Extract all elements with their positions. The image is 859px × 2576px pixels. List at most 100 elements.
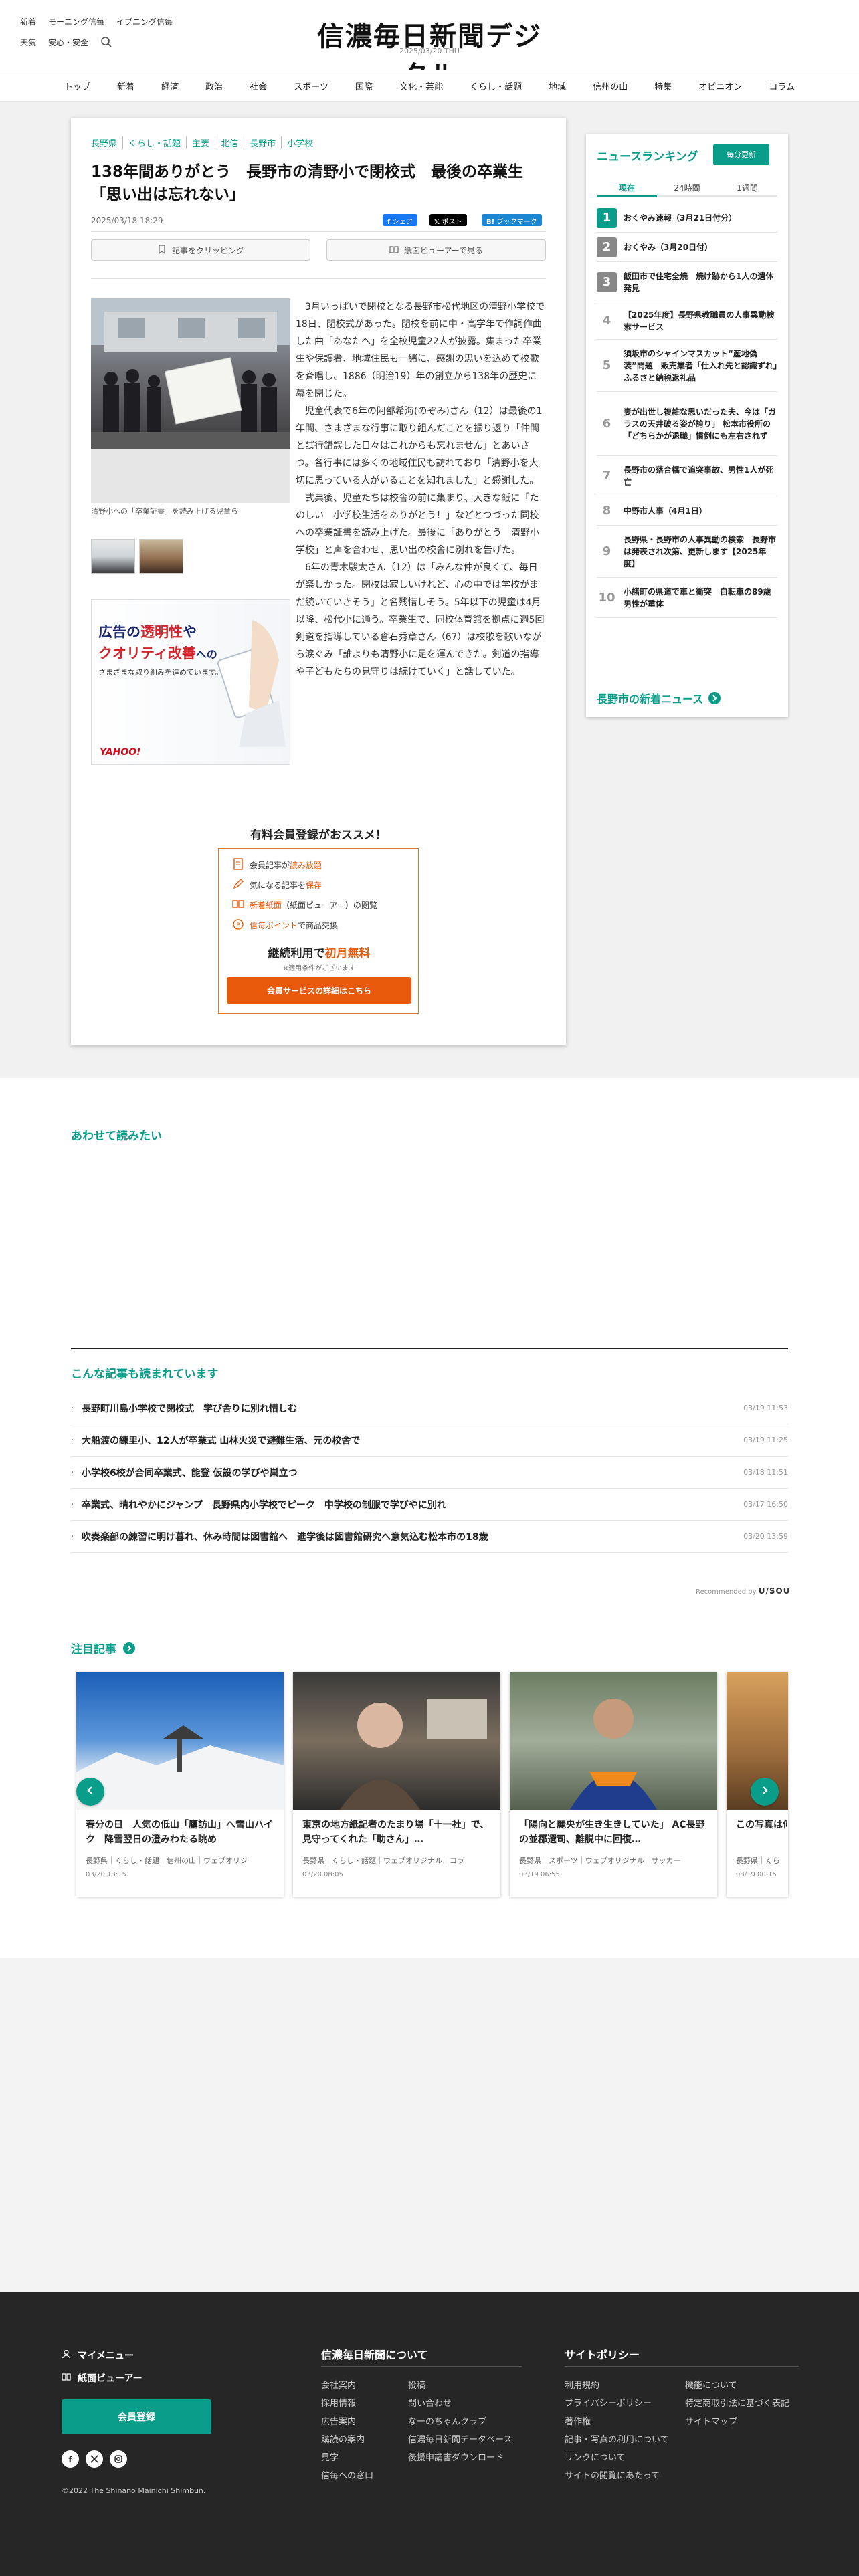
util-link-new[interactable]: 新着 (20, 16, 36, 27)
advertisement-banner[interactable]: 広告の透明性や クオリティ改善への さまざまな取り組みを進めています。 YAHO… (91, 599, 290, 765)
ranking-item[interactable]: 3 飯田市で住宅全焼 焼け跡から1人の遺体発見 (597, 262, 777, 302)
ranking-item[interactable]: 9 長野県・長野市の人事異動の検索 長野市は発表され次第、更新します【2025年度… (597, 526, 777, 578)
footer-link[interactable]: 信毎への窓口 (321, 2468, 373, 2481)
category-link[interactable]: 小学校 (281, 136, 318, 149)
ranking-item[interactable]: 1 おくやみ速報（3月21日付分） (597, 203, 777, 233)
yahoo-logo: YAHOO! (100, 747, 141, 758)
footer-link[interactable]: 特定商取引法に基づく表記 (685, 2396, 789, 2409)
ranking-item-title: 中野市人事（4月1日） (624, 506, 707, 516)
list-item[interactable]: › 大船渡の練里小、12人が卒業式 山林火災で避難生活、元の校舎で 03/19 11… (71, 1424, 788, 1457)
footer-link[interactable]: サイトの閲覧にあたって (565, 2468, 660, 2481)
ranking-tab-week[interactable]: 1週間 (717, 182, 777, 193)
benefit-text: （紙面ビューアー）の閲覧 (282, 901, 377, 910)
util-link-evening[interactable]: イブニング信毎 (116, 16, 173, 27)
nav-item-opinion[interactable]: オピニオン (698, 80, 742, 92)
footer-link[interactable]: 会社案内 (321, 2378, 356, 2391)
nav-item-features[interactable]: 特集 (654, 80, 672, 92)
category-link[interactable]: 長野県 (91, 136, 122, 149)
x-icon[interactable] (86, 2450, 103, 2468)
nav-item-politics[interactable]: 政治 (205, 80, 223, 92)
clip-article-button[interactable]: 記事をクリッピング (91, 239, 310, 261)
footer-link[interactable]: 後援申請書ダウンロード (408, 2450, 504, 2463)
footer-link[interactable]: 採用情報 (321, 2396, 356, 2409)
footer-link[interactable]: 機能について (685, 2378, 737, 2391)
ranking-item[interactable]: 4 【2025年度】長野県教職員の人事異動検索サービス (597, 302, 777, 340)
photo-thumbnail[interactable] (91, 539, 135, 574)
category-link[interactable]: 長野市 (244, 136, 281, 149)
list-item[interactable]: › 吹奏楽部の練習に明け暮れ、休み時間は図書館へ 進学後は図書館研究へ意気込む松本… (71, 1521, 788, 1553)
ranking-item[interactable]: 2 おくやみ（3月20日付） (597, 233, 777, 262)
nav-item-top[interactable]: トップ (64, 80, 90, 92)
nav-item-new[interactable]: 新着 (117, 80, 134, 92)
footer-link[interactable]: リンクについて (565, 2450, 626, 2463)
featured-card[interactable]: 春分の日 人気の低山「鷹訪山」へ雪山ハイク 降雪翌日の澄みわたる眺め 長野県｜く… (76, 1672, 284, 1897)
instagram-icon[interactable] (110, 2450, 127, 2468)
footer-link[interactable]: 広告案内 (321, 2414, 356, 2427)
ranking-item[interactable]: 5 須坂市のシャインマスカット“産地偽装”問題 販売業者「仕入れ先と認識ずれ」ふる… (597, 340, 777, 392)
nav-item-international[interactable]: 国際 (355, 80, 373, 92)
footer-link[interactable]: 著作権 (565, 2414, 591, 2427)
x-icon: 𝕏 (434, 219, 442, 226)
photo-thumbnail[interactable] (139, 539, 183, 574)
ranking-item[interactable]: 7 長野市の落合橋で追突事故、男性1人が死亡 (597, 456, 777, 496)
share-x-button[interactable]: 𝕏 ポスト (430, 214, 467, 226)
nav-item-region[interactable]: 地域 (549, 80, 566, 92)
carousel-next-button[interactable] (751, 1778, 779, 1806)
ranking-item[interactable]: 8 中野市人事（4月1日） (597, 496, 777, 526)
member-details-button[interactable]: 会員サービスの詳細はこちら (227, 977, 411, 1004)
footer-link[interactable]: 投稿 (408, 2378, 425, 2391)
list-item[interactable]: › 長野町川島小学校で閉校式 学び舎りに別れ惜しむ 03/19 11:53 (71, 1392, 788, 1424)
nav-item-economy[interactable]: 経済 (161, 80, 179, 92)
facebook-icon[interactable]: f (62, 2450, 79, 2468)
ranking-tab-24h[interactable]: 24時間 (657, 182, 717, 193)
site-footer: マイメニュー 紙面ビューアー 会員登録 f ©2022 The Shinano … (0, 2292, 859, 2576)
rank-number: 10 (598, 591, 615, 605)
area-news-link[interactable]: 長野市の新着ニュース (597, 690, 721, 706)
util-link-safety[interactable]: 安心・安全 (48, 37, 88, 48)
util-link-weather[interactable]: 天気 (20, 37, 36, 48)
nav-item-sports[interactable]: スポーツ (294, 80, 328, 92)
share-facebook-button[interactable]: f シェア (383, 214, 417, 226)
category-link[interactable]: くらし・話題 (122, 136, 186, 149)
footer-register-button[interactable]: 会員登録 (62, 2399, 211, 2434)
nav-item-culture[interactable]: 文化・芸能 (399, 80, 443, 92)
list-item[interactable]: › 卒業式、晴れやかにジャンプ 長野県内小学校でピーク 中学校の制服で学びやに別れ… (71, 1489, 788, 1521)
footer-link[interactable]: なーのちゃんクラブ (408, 2414, 486, 2427)
footer-link[interactable]: 見学 (321, 2450, 339, 2463)
card-date: 03/19 06:55 (519, 1871, 560, 1879)
category-link[interactable]: 主要 (186, 136, 215, 149)
featured-card[interactable]: 東京の地方紙記者のたまり場「十一社」で、見守ってくれた「助さん」… 長野県｜くら… (293, 1672, 500, 1897)
footer-link[interactable]: 購読の案内 (321, 2432, 365, 2445)
footer-viewer-link[interactable]: 紙面ビューアー (62, 2371, 142, 2385)
card-categories: 長野県｜スポーツ｜ウェブオリジナル｜サッカー (519, 1856, 681, 1865)
rank-number: 9 (602, 544, 611, 558)
category-link[interactable]: 北信 (215, 136, 244, 149)
footer-link[interactable]: 問い合わせ (408, 2396, 452, 2409)
rank-number: 7 (602, 469, 611, 483)
ranking-item[interactable]: 6 妻が出世し複雑な思いだった夫、今は「ガラスの天井破る姿が誇り」 松本市役所の「… (597, 392, 777, 456)
carousel-prev-button[interactable] (76, 1778, 104, 1806)
list-item[interactable]: › 小学校6校が合同卒業式、能登 仮設の学びや巣立つ 03/18 11:51 (71, 1457, 788, 1489)
ranking-item[interactable]: 10 小諸町の県道で車と衝突 自転車の89歳男性が重体 (597, 578, 777, 618)
article-photo[interactable] (91, 298, 290, 449)
nav-item-society[interactable]: 社会 (250, 80, 267, 92)
paper-viewer-button[interactable]: 紙面ビューアーで見る (326, 239, 546, 261)
nav-item-mountains[interactable]: 信州の山 (593, 80, 628, 92)
footer-link[interactable]: 記事・写真の利用について (565, 2432, 669, 2445)
ranking-tab-now[interactable]: 現在 (597, 182, 657, 193)
footer-link[interactable]: 信濃毎日新聞データベース (408, 2432, 512, 2445)
util-link-morning[interactable]: モーニング信毎 (48, 16, 104, 27)
footer-link[interactable]: 利用規約 (565, 2378, 599, 2391)
footer-mymenu-link[interactable]: マイメニュー (62, 2349, 134, 2362)
benefit-highlight: 読み放題 (290, 861, 322, 870)
nav-item-life[interactable]: くらし・話題 (470, 80, 522, 92)
featured-section-title[interactable]: 注目記事 (71, 1640, 135, 1656)
featured-card[interactable]: 「陽向と麗央が生き生きしていた」 AC長野の並郡選司、離脱中に回復… 長野県｜ス… (510, 1672, 717, 1897)
nav-item-column[interactable]: コラム (769, 80, 795, 92)
footer-link[interactable]: サイトマップ (685, 2414, 737, 2427)
benefit-highlight: 信毎ポイント (250, 921, 298, 930)
card-date: 03/20 08:05 (302, 1871, 343, 1879)
search-icon[interactable] (100, 36, 112, 48)
footer-link[interactable]: プライバシーポリシー (565, 2396, 652, 2409)
share-hatena-button[interactable]: B! ブックマーク (482, 214, 542, 226)
